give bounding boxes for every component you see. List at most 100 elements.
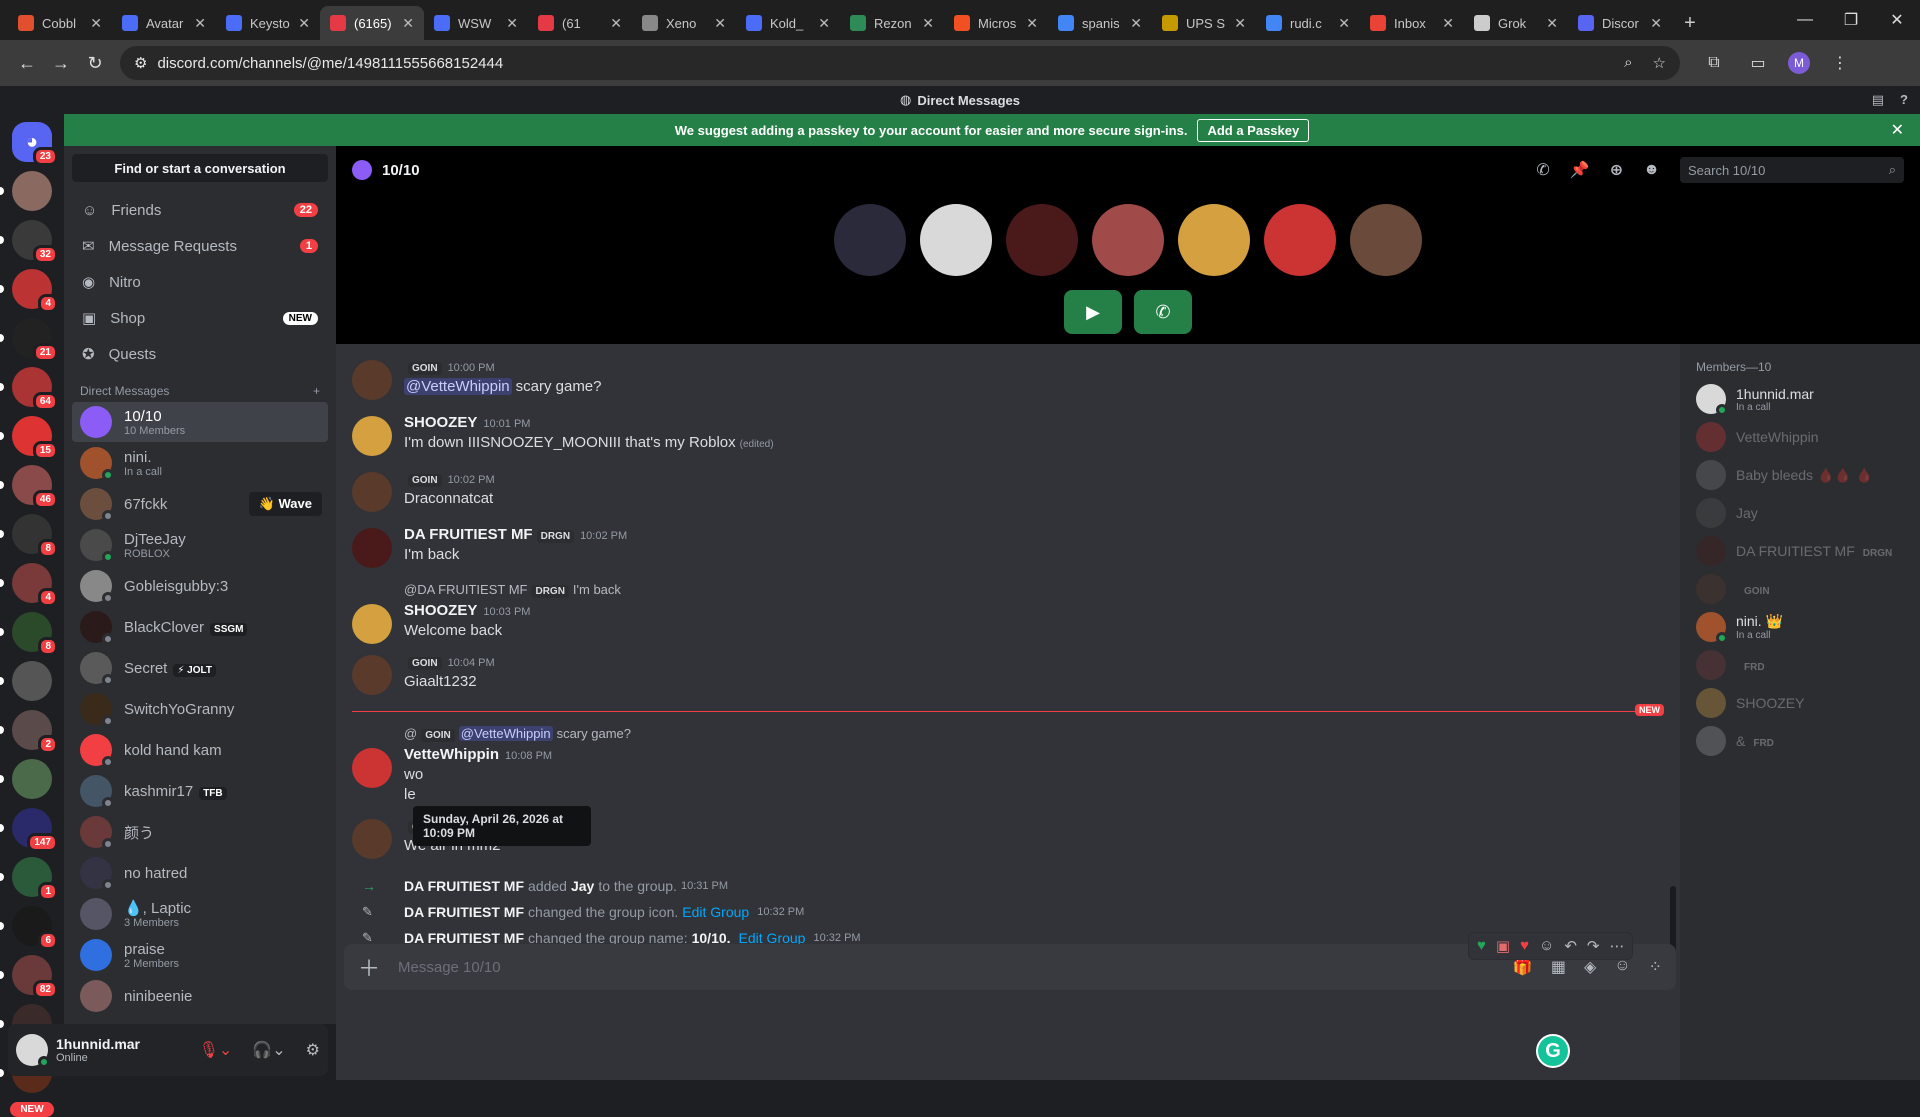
tab-close-icon[interactable]: ✕	[1546, 15, 1558, 32]
more-icon[interactable]: ⋯	[1609, 937, 1624, 955]
message-input[interactable]	[398, 958, 1495, 976]
home-button[interactable]: ◕ 23	[12, 122, 58, 166]
call-participant-avatar[interactable]	[1092, 204, 1164, 276]
add-friends-icon[interactable]: ⊕	[1610, 160, 1623, 180]
server-icon[interactable]	[0, 759, 52, 799]
browser-tab[interactable]: Cobbl ✕	[8, 6, 112, 40]
browser-tab[interactable]: Inbox ✕	[1360, 6, 1464, 40]
server-icon[interactable]: 64	[0, 367, 58, 411]
guild-tag[interactable]: GOIN	[408, 362, 442, 375]
red-heart-icon[interactable]: ♥	[1520, 937, 1529, 955]
message-author[interactable]: DA FRUITIEST MF	[404, 526, 533, 543]
message-avatar[interactable]	[352, 819, 392, 859]
message-author[interactable]: VetteWhippin	[404, 746, 499, 763]
member-item[interactable]: nini. 👑 In a call	[1688, 608, 1912, 646]
dm-item[interactable]: 10/10 10 Members	[72, 402, 328, 442]
message-avatar[interactable]	[352, 604, 392, 644]
banner-close-icon[interactable]: ✕	[1891, 120, 1904, 140]
add-passkey-button[interactable]: Add a Passkey	[1197, 118, 1310, 142]
member-item[interactable]: & FRD	[1688, 722, 1912, 760]
forward-icon[interactable]: ↷	[1587, 937, 1600, 955]
browser-tab[interactable]: (6165) ✕	[320, 6, 424, 40]
dm-item[interactable]: 颜う	[72, 812, 328, 852]
headphones-icon[interactable]: 🎧⌄	[252, 1040, 285, 1060]
member-item[interactable]: DA FRUITIEST MF DRGN	[1688, 532, 1912, 570]
grammarly-icon[interactable]: G	[1536, 1034, 1570, 1068]
voice-call-icon[interactable]: ✆	[1536, 160, 1549, 180]
join-call-button[interactable]: ✆	[1134, 290, 1192, 334]
forward-icon[interactable]: →	[44, 46, 78, 80]
system-actor[interactable]: DA FRUITIEST MF	[404, 878, 524, 894]
browser-tab[interactable]: Micros ✕	[944, 6, 1048, 40]
call-participant-avatar[interactable]	[1264, 204, 1336, 276]
browser-tab[interactable]: Avatar ✕	[112, 6, 216, 40]
tab-close-icon[interactable]: ✕	[298, 15, 310, 32]
message-avatar[interactable]	[352, 416, 392, 456]
browser-tab[interactable]: Discor ✕	[1568, 6, 1672, 40]
server-icon[interactable]: 8	[0, 612, 58, 656]
guild-tag[interactable]: GOIN	[408, 474, 442, 487]
tab-close-icon[interactable]: ✕	[818, 15, 830, 32]
browser-tab[interactable]: Kold_ ✕	[736, 6, 840, 40]
add-dm-icon[interactable]: +	[313, 384, 320, 398]
reply-icon[interactable]: ↶	[1564, 937, 1577, 955]
nav-item-nitro[interactable]: ◉ Nitro	[72, 264, 328, 300]
edit-group-link[interactable]: Edit Group	[682, 904, 749, 920]
server-icon[interactable]: 46	[0, 465, 58, 509]
nav-item-message-requests[interactable]: ✉ Message Requests 1	[72, 228, 328, 264]
sticker-icon[interactable]: ◈	[1584, 957, 1596, 977]
member-item[interactable]: SHOOZEY	[1688, 684, 1912, 722]
call-participant-avatar[interactable]	[920, 204, 992, 276]
user-avatar[interactable]	[16, 1034, 50, 1068]
inbox-icon[interactable]: ▤	[1872, 92, 1884, 108]
dm-item[interactable]: SwitchYoGranny	[72, 689, 328, 729]
bookmark-star-icon[interactable]: ☆	[1653, 54, 1666, 72]
restore-icon[interactable]: ❐	[1828, 0, 1874, 40]
wave-button[interactable]: 👋 Wave	[248, 492, 322, 516]
close-window-icon[interactable]: ✕	[1874, 0, 1920, 40]
menu-kebab-icon[interactable]: ⋮	[1826, 49, 1854, 77]
zoom-icon[interactable]: ⌕	[1624, 54, 1632, 72]
tab-close-icon[interactable]: ✕	[714, 15, 726, 32]
dm-item[interactable]: kold hand kam	[72, 730, 328, 770]
member-item[interactable]: Baby bleeds 🩸🩸 🩸	[1688, 456, 1912, 494]
call-participant-avatar[interactable]	[1350, 204, 1422, 276]
message-avatar[interactable]	[352, 472, 392, 512]
add-reaction-icon[interactable]: ☺	[1539, 937, 1554, 955]
message[interactable]: GOIN 10:04 PM Giaalt1232	[352, 653, 1664, 695]
message[interactable]: SHOOZEY 10:01 PM I'm down IIISNOOZEY_MOONI…	[352, 414, 1664, 456]
dm-item[interactable]: 💧, Laptic 3 Members	[72, 894, 328, 934]
server-icon[interactable]: 32	[0, 220, 58, 264]
new-tab-icon[interactable]: +	[1672, 6, 1708, 40]
minimize-icon[interactable]: —	[1782, 0, 1828, 40]
server-icon[interactable]	[0, 661, 52, 701]
member-item[interactable]: Jay	[1688, 494, 1912, 532]
call-participant-avatar[interactable]	[1006, 204, 1078, 276]
server-icon[interactable]: 15	[0, 416, 58, 460]
message[interactable]: GOIN 10:00 PM @VetteWhippin scary game?	[352, 358, 1664, 400]
message-author[interactable]: SHOOZEY	[404, 414, 477, 431]
call-participant-avatar[interactable]	[1178, 204, 1250, 276]
browser-tab[interactable]: UPS S ✕	[1152, 6, 1256, 40]
dm-item[interactable]: kashmir17 TFB	[72, 771, 328, 811]
reply-preview[interactable]: @ GOIN @VetteWhippin scary game?	[404, 726, 1664, 742]
message-author[interactable]: SHOOZEY	[404, 602, 477, 619]
help-icon[interactable]: ?	[1900, 92, 1908, 108]
dm-item[interactable]: DjTeeJay ROBLOX	[72, 525, 328, 565]
server-icon[interactable]: 8	[0, 514, 58, 558]
member-item[interactable]: GOIN	[1688, 570, 1912, 608]
dm-item[interactable]: Secret ⚡ JOLT	[72, 648, 328, 688]
tab-close-icon[interactable]: ✕	[90, 15, 102, 32]
server-icon[interactable]: 147	[0, 808, 58, 852]
tab-close-icon[interactable]: ✕	[922, 15, 934, 32]
message-avatar[interactable]	[352, 748, 392, 788]
tab-close-icon[interactable]: ✕	[1130, 15, 1142, 32]
server-icon[interactable]: 21	[0, 318, 58, 362]
emoji-icon[interactable]: ☺	[1614, 957, 1630, 977]
dm-item[interactable]: praise 2 Members	[72, 935, 328, 975]
tab-close-icon[interactable]: ✕	[1234, 15, 1246, 32]
browser-tab[interactable]: rudi.c ✕	[1256, 6, 1360, 40]
guild-tag[interactable]: DRGN	[536, 530, 575, 543]
member-list-icon[interactable]: ☻	[1643, 161, 1660, 179]
message-avatar[interactable]	[352, 655, 392, 695]
